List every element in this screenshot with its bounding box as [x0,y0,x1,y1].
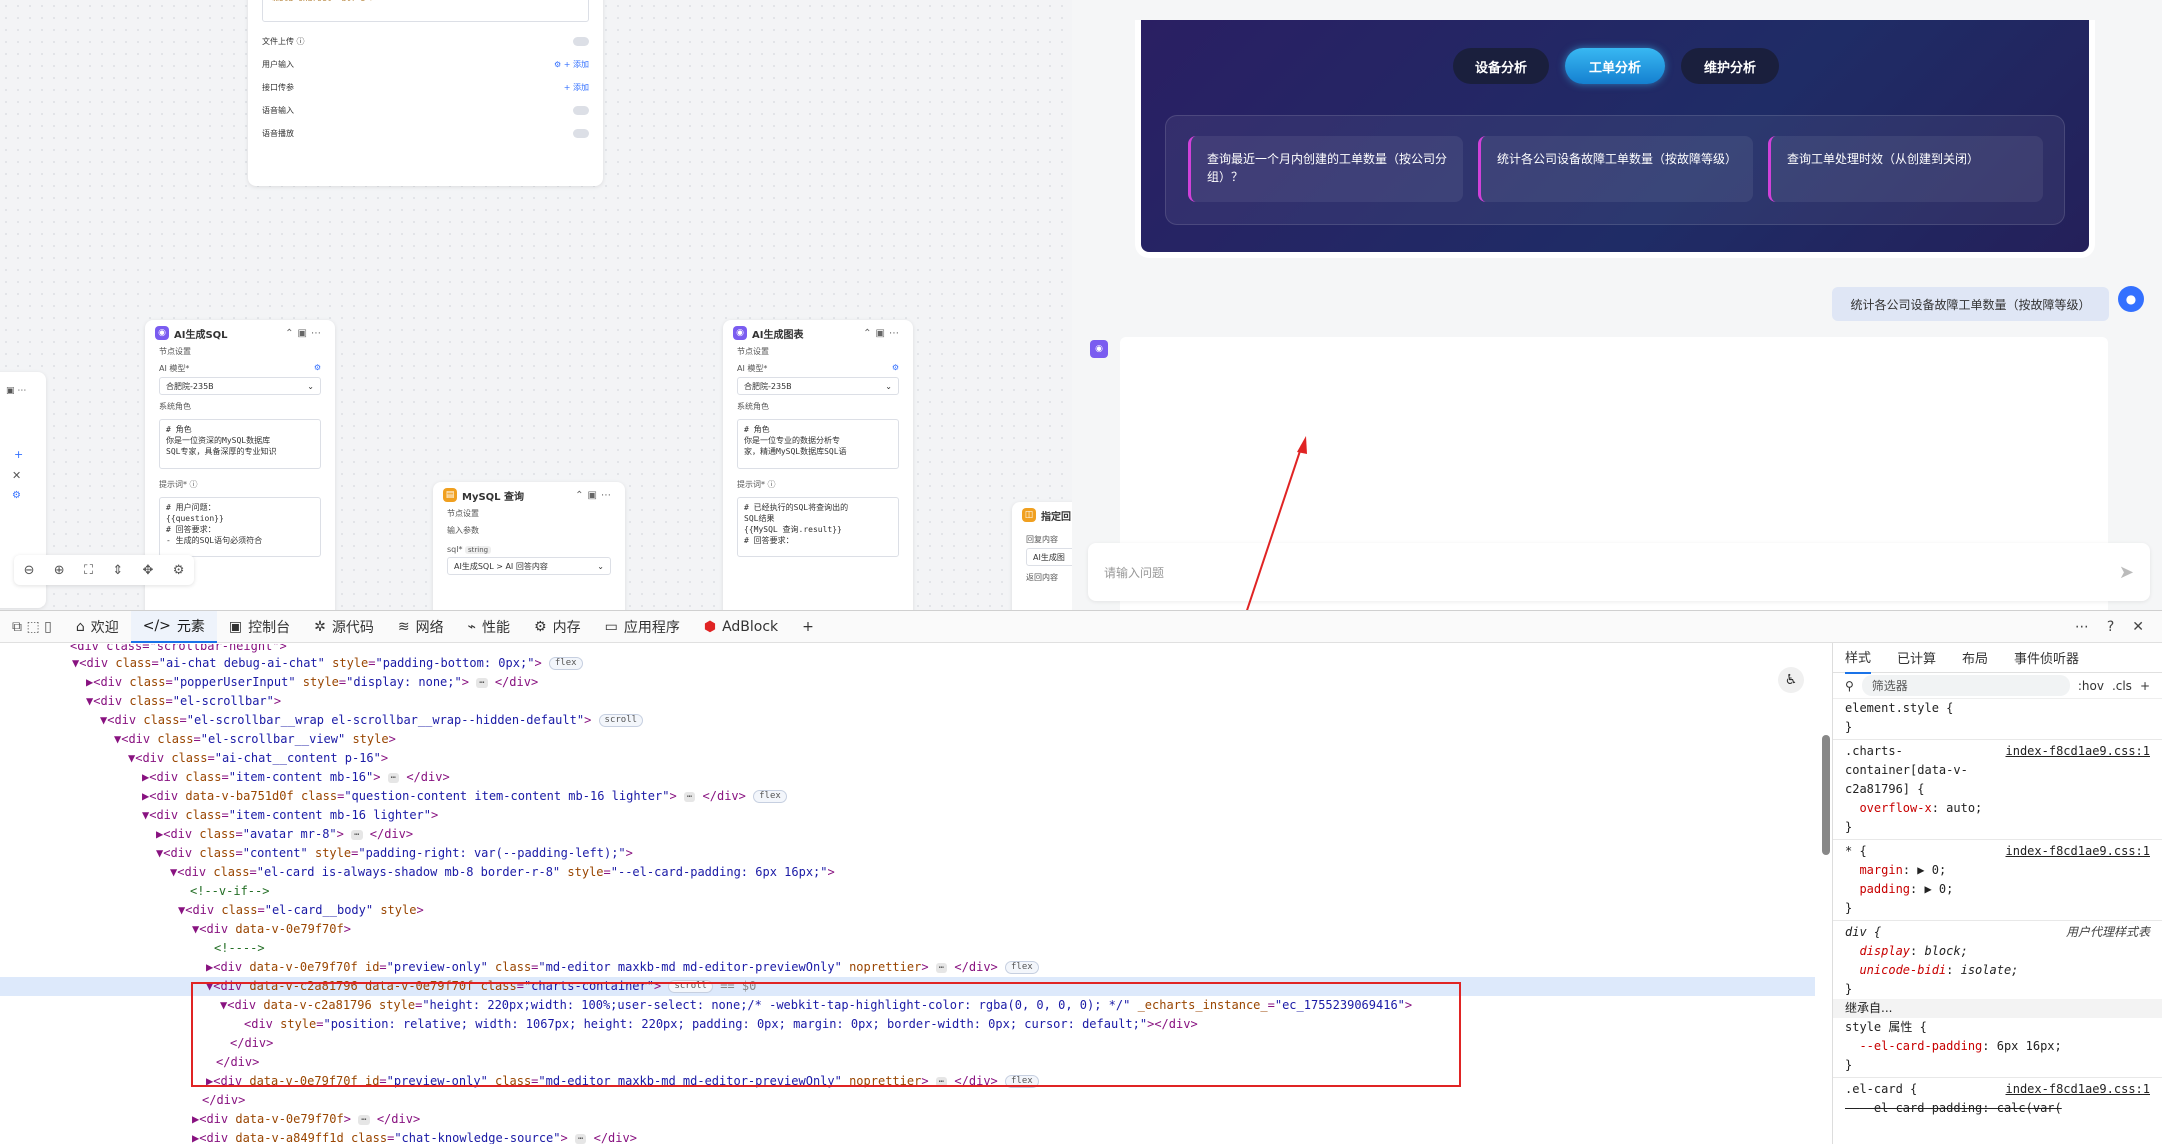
tab-console[interactable]: ▣ 控制台 [217,611,302,643]
add-tab-icon[interactable]: + [790,611,826,643]
scrollbar[interactable] [1822,735,1830,855]
rule-div-ua: 用户代理样式表 div { [1845,925,2150,939]
styles-pane: 样式 已计算 布局 事件侦听器 ⚲ 筛选器 :hov .cls + elemen… [1832,643,2162,1144]
device-toolbar-icon[interactable]: ⧉ ⬚ ▯ [0,611,64,643]
filter-input[interactable]: 筛选器 [1861,675,2070,696]
bug-icon: ✲ [314,618,326,635]
tab-adblock[interactable]: ⬢ AdBlock [692,611,790,643]
code-icon: </> [142,617,171,634]
close-icon[interactable]: ✕ [2132,619,2144,635]
source-link[interactable]: index-f8cd1ae9.css:1 [2006,842,2151,861]
app-icon: ▭ [604,618,618,635]
help-icon[interactable]: ? [2107,619,2114,635]
style-attr-rule: style 属性 { [1845,1020,1927,1034]
rule-charts-container: index-f8cd1ae9.css:1 .charts- container[d… [1845,742,2151,796]
rule-universal: index-f8cd1ae9.css:1 * { [1833,842,2162,861]
tab-sources[interactable]: ✲ 源代码 [302,611,386,643]
css-val: auto; [1946,801,1983,815]
highlight-box [191,982,1461,1087]
tab-application[interactable]: ▭ 应用程序 [593,611,692,643]
tab-elements[interactable]: </> 元素 [130,610,217,643]
console-icon: ▣ [228,618,243,635]
tab-performance[interactable]: ⌁ 性能 [456,611,522,643]
tab-layout[interactable]: 布局 [1962,648,1988,667]
tab-network[interactable]: ≋ 网络 [386,611,456,643]
devtools-actions: ⋯? ✕ [2075,619,2162,635]
css-prop: overflow-x [1859,801,1932,815]
tab-welcome[interactable]: ⌂ 欢迎 [64,611,131,643]
cls-button[interactable]: .cls [2112,679,2132,693]
tab-styles[interactable]: 样式 [1845,641,1872,674]
rule-close: } [1845,720,1853,734]
tab-computed[interactable]: 已计算 [1897,648,1936,667]
hov-button[interactable]: :hov [2078,679,2104,693]
perf-icon: ⌁ [467,618,477,635]
devtools-tabbar: ⧉ ⬚ ▯ ⌂ 欢迎 </> 元素 ▣ 控制台 ✲ 源代码 ≋ 网络 ⌁ 性能 ⚙ 内存 ▭ 应… [0,610,2162,643]
memory-icon: ⚙ [534,618,547,635]
more-icon[interactable]: ⋯ [2075,619,2089,635]
inherited-header: 继承自... [1833,999,2162,1018]
rule-el-card: index-f8cd1ae9.css:1 .el-card { [1833,1080,2162,1099]
filter-icon: ⚲ [1845,678,1854,693]
element-style-rule: element.style { [1845,701,1954,715]
accessibility-icon[interactable]: ♿ [1778,667,1804,693]
new-rule-icon[interactable]: + [2140,679,2150,693]
home-icon: ⌂ [75,618,85,635]
wifi-icon: ≋ [397,618,410,635]
tab-event-listeners[interactable]: 事件侦听器 [2014,648,2079,667]
tab-memory[interactable]: ⚙ 内存 [522,611,593,643]
source-link[interactable]: index-f8cd1ae9.css:1 [2006,742,2151,761]
source-link[interactable]: index-f8cd1ae9.css:1 [2006,1080,2151,1099]
styles-tabbar: 样式 已计算 布局 事件侦听器 [1833,641,2162,674]
styles-filter: ⚲ 筛选器 :hov .cls + [1833,673,2162,699]
adblock-icon: ⬢ [703,618,717,635]
